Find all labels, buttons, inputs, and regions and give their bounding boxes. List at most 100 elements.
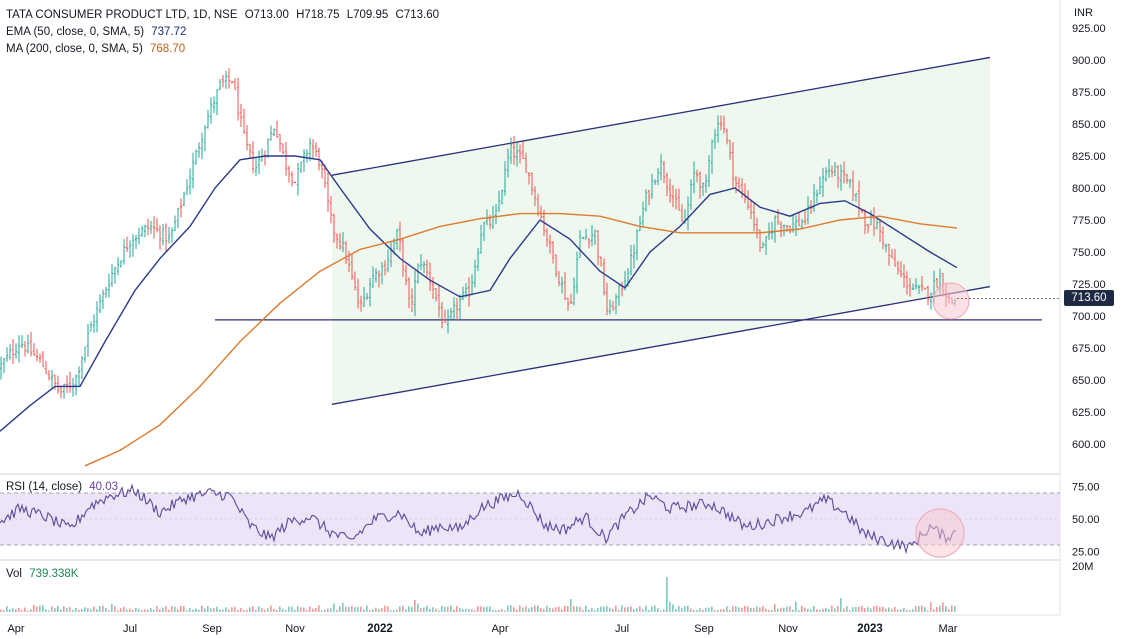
volume-bar — [63, 606, 65, 612]
volume-pane[interactable] — [0, 577, 956, 612]
volume-bar — [708, 607, 710, 612]
volume-bar — [405, 609, 407, 612]
volume-bar — [213, 608, 215, 612]
volume-bar — [876, 605, 878, 612]
volume-bar — [594, 610, 596, 612]
volume-bar — [252, 606, 254, 612]
symbol-legend[interactable]: TATA CONSUMER PRODUCT LTD, 1D, NSE O713.… — [6, 8, 443, 22]
ema-value: 737.72 — [151, 26, 187, 38]
volume-bar — [552, 608, 554, 612]
volume-bar — [891, 608, 893, 612]
volume-bar — [417, 603, 419, 612]
volume-bar — [573, 606, 575, 612]
volume-bar — [900, 609, 902, 612]
volume-bar — [948, 609, 950, 612]
volume-bar — [288, 606, 290, 612]
volume-bar — [300, 607, 302, 612]
volume-bar — [57, 605, 59, 612]
ema-legend[interactable]: EMA (50, close, 0, SMA, 5) 737.72 — [6, 25, 190, 39]
volume-bar — [735, 606, 737, 612]
main-pane[interactable] — [0, 56, 1060, 467]
volume-bar — [726, 606, 728, 612]
volume-bar — [0, 609, 2, 612]
price-tick-label: 800.00 — [1072, 183, 1106, 195]
volume-bar — [906, 610, 908, 612]
volume-bar — [486, 606, 488, 612]
volume-bar — [597, 608, 599, 612]
ma-legend[interactable]: MA (200, close, 0, SMA, 5) 768.70 — [6, 42, 189, 56]
volume-bar — [447, 606, 449, 612]
time-tick-label: Nov — [285, 623, 305, 635]
chart-canvas[interactable]: 600.00625.00650.00675.00700.00725.00750.… — [0, 0, 1123, 639]
volume-bar — [60, 609, 62, 612]
volume-bar — [462, 609, 464, 612]
volume-bar — [378, 608, 380, 612]
volume-bar — [840, 598, 842, 612]
volume-bar — [831, 605, 833, 612]
volume-bar — [207, 606, 209, 612]
rsi-legend[interactable]: RSI (14, close) 40.03 — [6, 480, 122, 494]
price-tick-label: 925.00 — [1072, 23, 1106, 35]
volume-bar — [618, 609, 620, 612]
volume-bar — [69, 606, 71, 612]
volume-bar — [519, 605, 521, 612]
volume-bar — [441, 605, 443, 612]
volume-bar — [318, 605, 320, 612]
volume-bar — [576, 606, 578, 612]
volume-bar — [582, 610, 584, 612]
volume-bar — [27, 610, 29, 612]
volume-bar — [801, 605, 803, 612]
price-axis[interactable]: 600.00625.00650.00675.00700.00725.00750.… — [1072, 23, 1106, 451]
volume-bar — [351, 605, 353, 612]
volume-bar — [942, 602, 944, 612]
volume-bar — [6, 606, 8, 612]
volume-bar — [9, 609, 11, 612]
volume-bar — [558, 606, 560, 612]
volume-bar — [183, 606, 185, 612]
rsi-pane[interactable] — [0, 483, 1060, 558]
volume-bar — [570, 599, 572, 612]
time-axis[interactable]: Apr Jul Sep Nov 2022 Apr Jul Sep Nov 2023 Mar — [7, 623, 957, 635]
volume-bar — [33, 604, 35, 612]
rsi-axis[interactable]: 25.00 50.00 75.00 — [1072, 482, 1100, 559]
volume-bar — [717, 609, 719, 612]
volume-bar — [96, 609, 98, 612]
volume-bar — [273, 608, 275, 612]
volume-bar — [450, 605, 452, 612]
volume-bar — [843, 608, 845, 612]
volume-bar — [399, 606, 401, 612]
volume-bar — [270, 605, 272, 612]
volume-bar — [918, 605, 920, 612]
volume-bar — [771, 610, 773, 612]
volume-bar — [333, 603, 335, 612]
volume-bar — [516, 609, 518, 612]
volume-bar — [285, 610, 287, 612]
volume-bar — [498, 609, 500, 612]
volume-bar — [861, 605, 863, 612]
volume-bar — [438, 610, 440, 612]
price-tick-label: 675.00 — [1072, 343, 1106, 355]
volume-bar — [174, 606, 176, 612]
volume-bar — [453, 609, 455, 612]
volume-bar — [741, 607, 743, 612]
time-tick-label: Sep — [202, 623, 222, 635]
volume-bar — [396, 609, 398, 612]
price-tick-label: 750.00 — [1072, 247, 1106, 259]
volume-bar — [279, 606, 281, 612]
time-tick-label: Nov — [778, 623, 798, 635]
volume-bar — [138, 608, 140, 612]
volume-bar — [297, 606, 299, 612]
vol-legend[interactable]: Vol 739.338K — [6, 567, 82, 581]
volume-bar — [786, 606, 788, 612]
volume-bar — [657, 607, 659, 612]
volume-bar — [921, 605, 923, 612]
volume-bar — [561, 609, 563, 612]
volume-bar — [873, 606, 875, 612]
volume-bar — [720, 609, 722, 612]
volume-bar — [309, 606, 311, 612]
volume-bar — [87, 608, 89, 612]
volume-bar — [216, 606, 218, 612]
channel-fill — [332, 57, 990, 405]
volume-bar — [210, 608, 212, 612]
volume-bar — [12, 608, 14, 612]
